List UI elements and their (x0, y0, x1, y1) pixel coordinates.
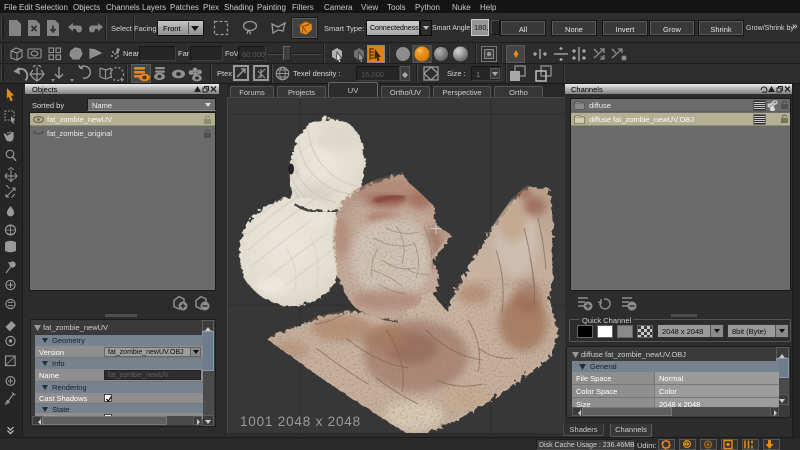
svg-text:1001 2048 x 2048: 1001 2048 x 2048 (240, 414, 361, 429)
